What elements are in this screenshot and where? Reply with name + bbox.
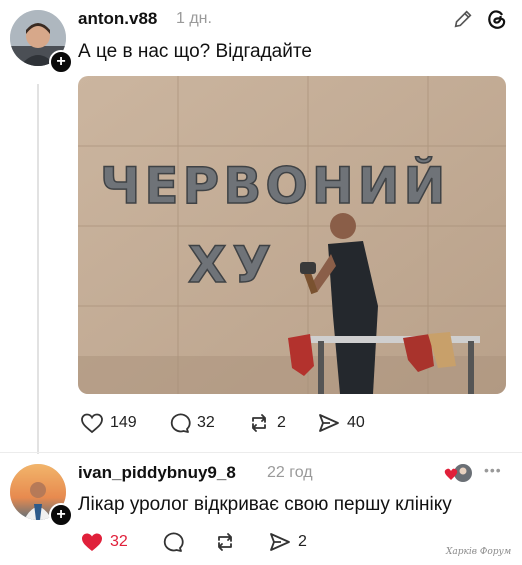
share-icon [319, 414, 339, 432]
repost-icon [218, 533, 232, 551]
reply-share-count: 2 [298, 533, 307, 550]
repost-stat[interactable]: 2 [247, 412, 286, 434]
heart-icon [81, 413, 103, 434]
share-stat[interactable]: 40 [317, 412, 365, 434]
share-count: 40 [347, 414, 365, 431]
reply-share-stat[interactable]: 2 [268, 531, 307, 553]
reply-comment-button[interactable] [160, 531, 184, 553]
author-liked-badge [444, 463, 474, 485]
post-image[interactable]: ЧЕРВОНИЙ ХУ [78, 76, 506, 394]
reply-username[interactable]: ivan_piddybnuy9_8 [78, 463, 236, 483]
repost-count: 2 [277, 414, 286, 431]
post-text: А це в нас що? Відгадайте [78, 41, 312, 62]
thread-line [37, 84, 39, 454]
reply-repost-button[interactable] [213, 531, 237, 553]
post-username[interactable]: anton.v88 [78, 9, 157, 29]
reply-like-count: 32 [110, 533, 128, 550]
like-count: 149 [110, 414, 137, 431]
more-icon[interactable]: ••• [484, 462, 502, 478]
repost-icon [252, 414, 266, 432]
sign-line1: ЧЕРВОНИЙ [100, 156, 449, 215]
like-stat[interactable]: 149 [80, 412, 137, 434]
reply-like-stat[interactable]: 32 [80, 531, 128, 553]
post-photo: ЧЕРВОНИЙ ХУ [78, 76, 506, 394]
sign-line2: ХУ [188, 236, 277, 294]
share-icon [270, 533, 290, 551]
reply-time: 22 год [267, 464, 313, 481]
divider [0, 452, 522, 453]
comment-icon [163, 532, 184, 552]
comment-stat[interactable]: 32 [167, 412, 215, 434]
reply-text: Лікар уролог відкриває свою першу клінік… [78, 494, 452, 515]
comment-count: 32 [197, 414, 215, 431]
watermark: Харків Форум [446, 547, 512, 557]
pencil-icon[interactable] [452, 8, 474, 35]
heart-icon [82, 533, 102, 551]
comment-icon [170, 413, 191, 433]
reply-follow-plus-icon[interactable]: + [49, 503, 73, 527]
post-time: 1 дн. [176, 10, 212, 27]
follow-plus-icon[interactable]: + [49, 50, 73, 74]
threads-logo-icon[interactable] [485, 7, 509, 36]
